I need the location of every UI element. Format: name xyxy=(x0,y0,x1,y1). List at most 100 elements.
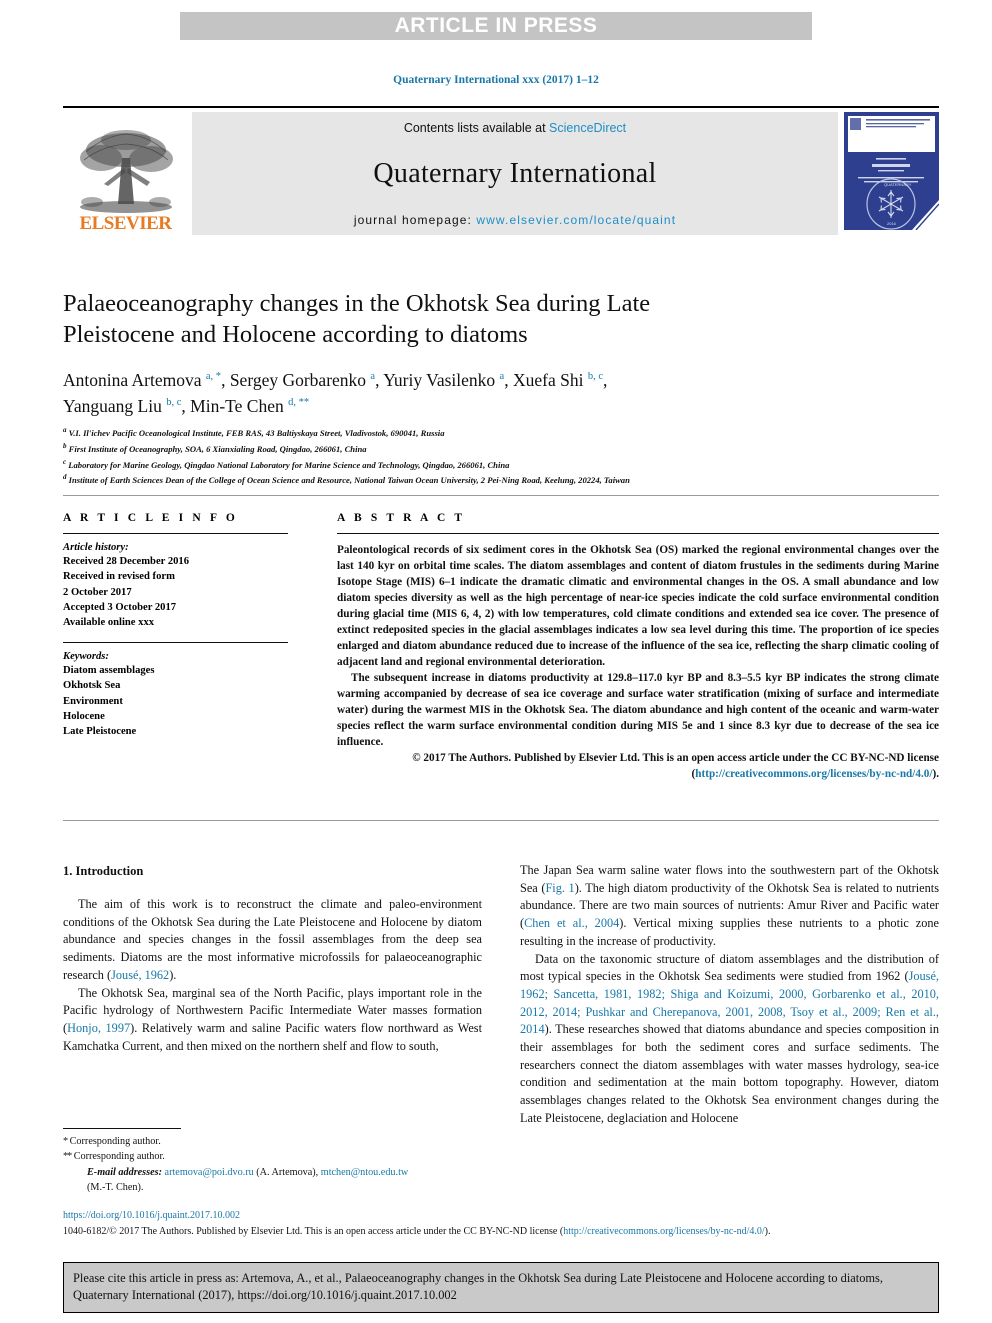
copyright-text-after: ). xyxy=(932,768,939,781)
email-artemova[interactable]: artemova@poi.dvo.ru xyxy=(165,1167,254,1178)
article-history-item: Received 28 December 2016 xyxy=(63,556,190,567)
article-info-divider xyxy=(63,533,288,534)
footnote-text-1: Corresponding author. xyxy=(67,1136,161,1147)
abstract-section-bottom-rule xyxy=(63,820,939,821)
footnote-text-2: Corresponding author. xyxy=(71,1151,165,1163)
affiliation-mark: b xyxy=(63,441,67,450)
author-sep-3: , Xuefa Shi xyxy=(504,369,588,390)
affiliation-item: d Institute of Earth Sciences Dean of th… xyxy=(63,472,943,488)
homepage-label: journal homepage: xyxy=(353,213,477,227)
citation-honjo-1997[interactable]: Honjo, 1997 xyxy=(67,1021,130,1035)
footnote-star-2: ** xyxy=(63,1151,72,1163)
author-yanguang-liu: Yanguang Liu xyxy=(63,395,167,416)
affiliation-mark: c xyxy=(63,457,67,466)
author-antonina-artemova: Antonina Artemova xyxy=(63,369,206,390)
email-owner-1: (A. Artemova), xyxy=(253,1166,321,1178)
article-in-press-label: ARTICLE IN PRESS xyxy=(394,14,598,37)
keyword-item: Late Pleistocene xyxy=(63,726,137,738)
intro-p1-text-b: ). xyxy=(169,967,177,982)
affiliation-mark: a xyxy=(63,426,67,434)
title-and-authors: Palaeoceanography changes in the Okhotsk… xyxy=(63,288,743,419)
abstract-divider xyxy=(337,533,939,534)
keyword-item: Okhotsk Sea xyxy=(63,680,121,692)
keyword-item: Environment xyxy=(63,695,123,707)
journal-masthead: ELSEVIER Contents lists available at Sci… xyxy=(63,106,940,235)
affiliation-text: First Institute of Oceanography, SOA, 6 … xyxy=(68,443,367,454)
author-sep-1: , Sergey Gorbarenko xyxy=(221,369,371,390)
affiliation-text: Laboratory for Marine Geology, Qingdao N… xyxy=(68,459,510,470)
intro-r2-text-a: Data on the taxonomic structure of diato… xyxy=(520,951,939,984)
keyword-item: Holocene xyxy=(63,710,105,722)
journal-title: Quaternary International xyxy=(373,158,657,189)
article-info-column: A R T I C L E I N F O Article history: R… xyxy=(63,512,288,740)
intro-r2-text-b: ). These researches showed that diatoms … xyxy=(520,1022,939,1125)
footer-license-link[interactable]: http://creativecommons.org/licenses/by-n… xyxy=(563,1226,764,1237)
svg-text:QUATERNARY: QUATERNARY xyxy=(884,182,912,187)
footnote-corresponding-1: * Corresponding author. xyxy=(63,1134,482,1149)
please-cite-box: Please cite this article in press as: Ar… xyxy=(63,1262,939,1314)
homepage-url[interactable]: www.elsevier.com/locate/quaint xyxy=(476,213,676,227)
journal-homepage-line: journal homepage: www.elsevier.com/locat… xyxy=(354,213,676,227)
footnote-corresponding-2: ** Corresponding author. xyxy=(63,1149,482,1164)
keyword-item: Diatom assemblages xyxy=(63,664,155,676)
section-heading-introduction: 1. Introduction xyxy=(63,864,144,878)
abstract-column: A B S T R A C T Paleontological records … xyxy=(337,512,939,782)
abstract-paragraph-2: The subsequent increase in diatoms produ… xyxy=(337,672,939,749)
abstract-paragraph-1: Paleontological records of six sediment … xyxy=(337,544,939,669)
contents-available-line: Contents lists available at ScienceDirec… xyxy=(404,121,626,135)
journal-cover-thumbnail: QUATERNARY 2016 xyxy=(844,112,940,235)
citation-jouse-1962[interactable]: Jousé, 1962 xyxy=(111,968,169,982)
doi-link[interactable]: https://doi.org/10.1016/j.quaint.2017.10… xyxy=(63,1210,240,1221)
author-sep-2: , Yuriy Vasilenko xyxy=(375,369,500,390)
email-addresses-label: E-mail addresses: xyxy=(87,1166,162,1178)
affiliation-item: b First Institute of Oceanography, SOA, … xyxy=(63,441,943,457)
article-in-press-banner: ARTICLE IN PRESS xyxy=(180,12,812,40)
footnote-block: * Corresponding author. ** Corresponding… xyxy=(63,1128,482,1195)
article-history-label: Article history: xyxy=(63,542,129,553)
affiliation-item: a V.I. Il'ichev Pacific Oceanological In… xyxy=(63,425,943,441)
footnote-rule xyxy=(63,1128,181,1129)
issn-text-before: 1040-6182/© 2017 The Authors. Published … xyxy=(63,1226,564,1237)
affiliation-text: Institute of Earth Sciences Dean of the … xyxy=(68,475,630,486)
contents-prefix: Contents lists available at xyxy=(403,121,550,135)
article-history-item: Available online xxx xyxy=(63,617,155,629)
author-mark-a[interactable]: a, * xyxy=(206,371,221,382)
author-mark-f[interactable]: d, ** xyxy=(288,397,309,408)
affiliation-item: c Laboratory for Marine Geology, Qingdao… xyxy=(63,457,943,473)
intro-paragraph-1: The aim of this work is to reconstruct t… xyxy=(63,896,482,985)
citation-chen-2004[interactable]: Chen et al., 2004 xyxy=(524,916,619,930)
elsevier-wordmark: ELSEVIER xyxy=(79,213,172,234)
affiliation-text: V.I. Il'ichev Pacific Oceanological Inst… xyxy=(68,427,445,438)
intro-paragraph-2: The Okhotsk Sea, marginal sea of the Nor… xyxy=(63,985,482,1056)
figure-1-link[interactable]: Fig. 1 xyxy=(545,881,574,895)
article-history-item: 2 October 2017 xyxy=(63,586,132,598)
email-owner-2: (M.-T. Chen). xyxy=(87,1181,144,1193)
info-section-top-rule xyxy=(63,495,939,496)
issn-copyright-line: 1040-6182/© 2017 The Authors. Published … xyxy=(63,1226,943,1237)
intro-right-paragraph-2: Data on the taxonomic structure of diato… xyxy=(520,951,939,1128)
author-list: Antonina Artemova a, *, Sergey Gorbarenk… xyxy=(63,367,743,420)
affiliation-mark: d xyxy=(63,473,67,482)
abstract-copyright: © 2017 The Authors. Published by Elsevie… xyxy=(337,750,939,782)
journal-reference-line: Quaternary International xxx (2017) 1–12 xyxy=(393,74,599,86)
intro-left-column: 1. Introduction The aim of this work is … xyxy=(63,862,482,1055)
email-mtchen[interactable]: mtchen@ntou.edu.tw xyxy=(321,1167,408,1178)
author-mark-e[interactable]: b, c xyxy=(166,397,181,408)
page-title: Palaeoceanography changes in the Okhotsk… xyxy=(63,290,651,349)
abstract-heading: A B S T R A C T xyxy=(337,512,466,524)
keywords-label: Keywords: xyxy=(63,650,109,662)
intro-right-paragraph-1: The Japan Sea warm saline water flows in… xyxy=(520,862,939,951)
elsevier-tree-icon xyxy=(79,130,173,213)
issn-text-after: ). xyxy=(764,1226,771,1237)
author-mark-d[interactable]: b, c xyxy=(588,371,603,382)
article-history-item: Accepted 3 October 2017 xyxy=(63,602,177,614)
license-link[interactable]: http://creativecommons.org/licenses/by-n… xyxy=(695,768,932,780)
article-history-item: Received in revised form xyxy=(63,571,175,583)
journal-cover-image: QUATERNARY 2016 xyxy=(844,112,940,231)
footnote-emails: E-mail addresses: artemova@poi.dvo.ru (A… xyxy=(63,1165,482,1196)
sciencedirect-link[interactable]: ScienceDirect xyxy=(549,121,626,135)
elsevier-logo: ELSEVIER xyxy=(63,112,188,235)
affiliation-list: a V.I. Il'ichev Pacific Oceanological In… xyxy=(63,425,943,488)
keywords-divider xyxy=(63,641,288,643)
author-sep-5: , Min-Te Chen xyxy=(181,395,289,416)
